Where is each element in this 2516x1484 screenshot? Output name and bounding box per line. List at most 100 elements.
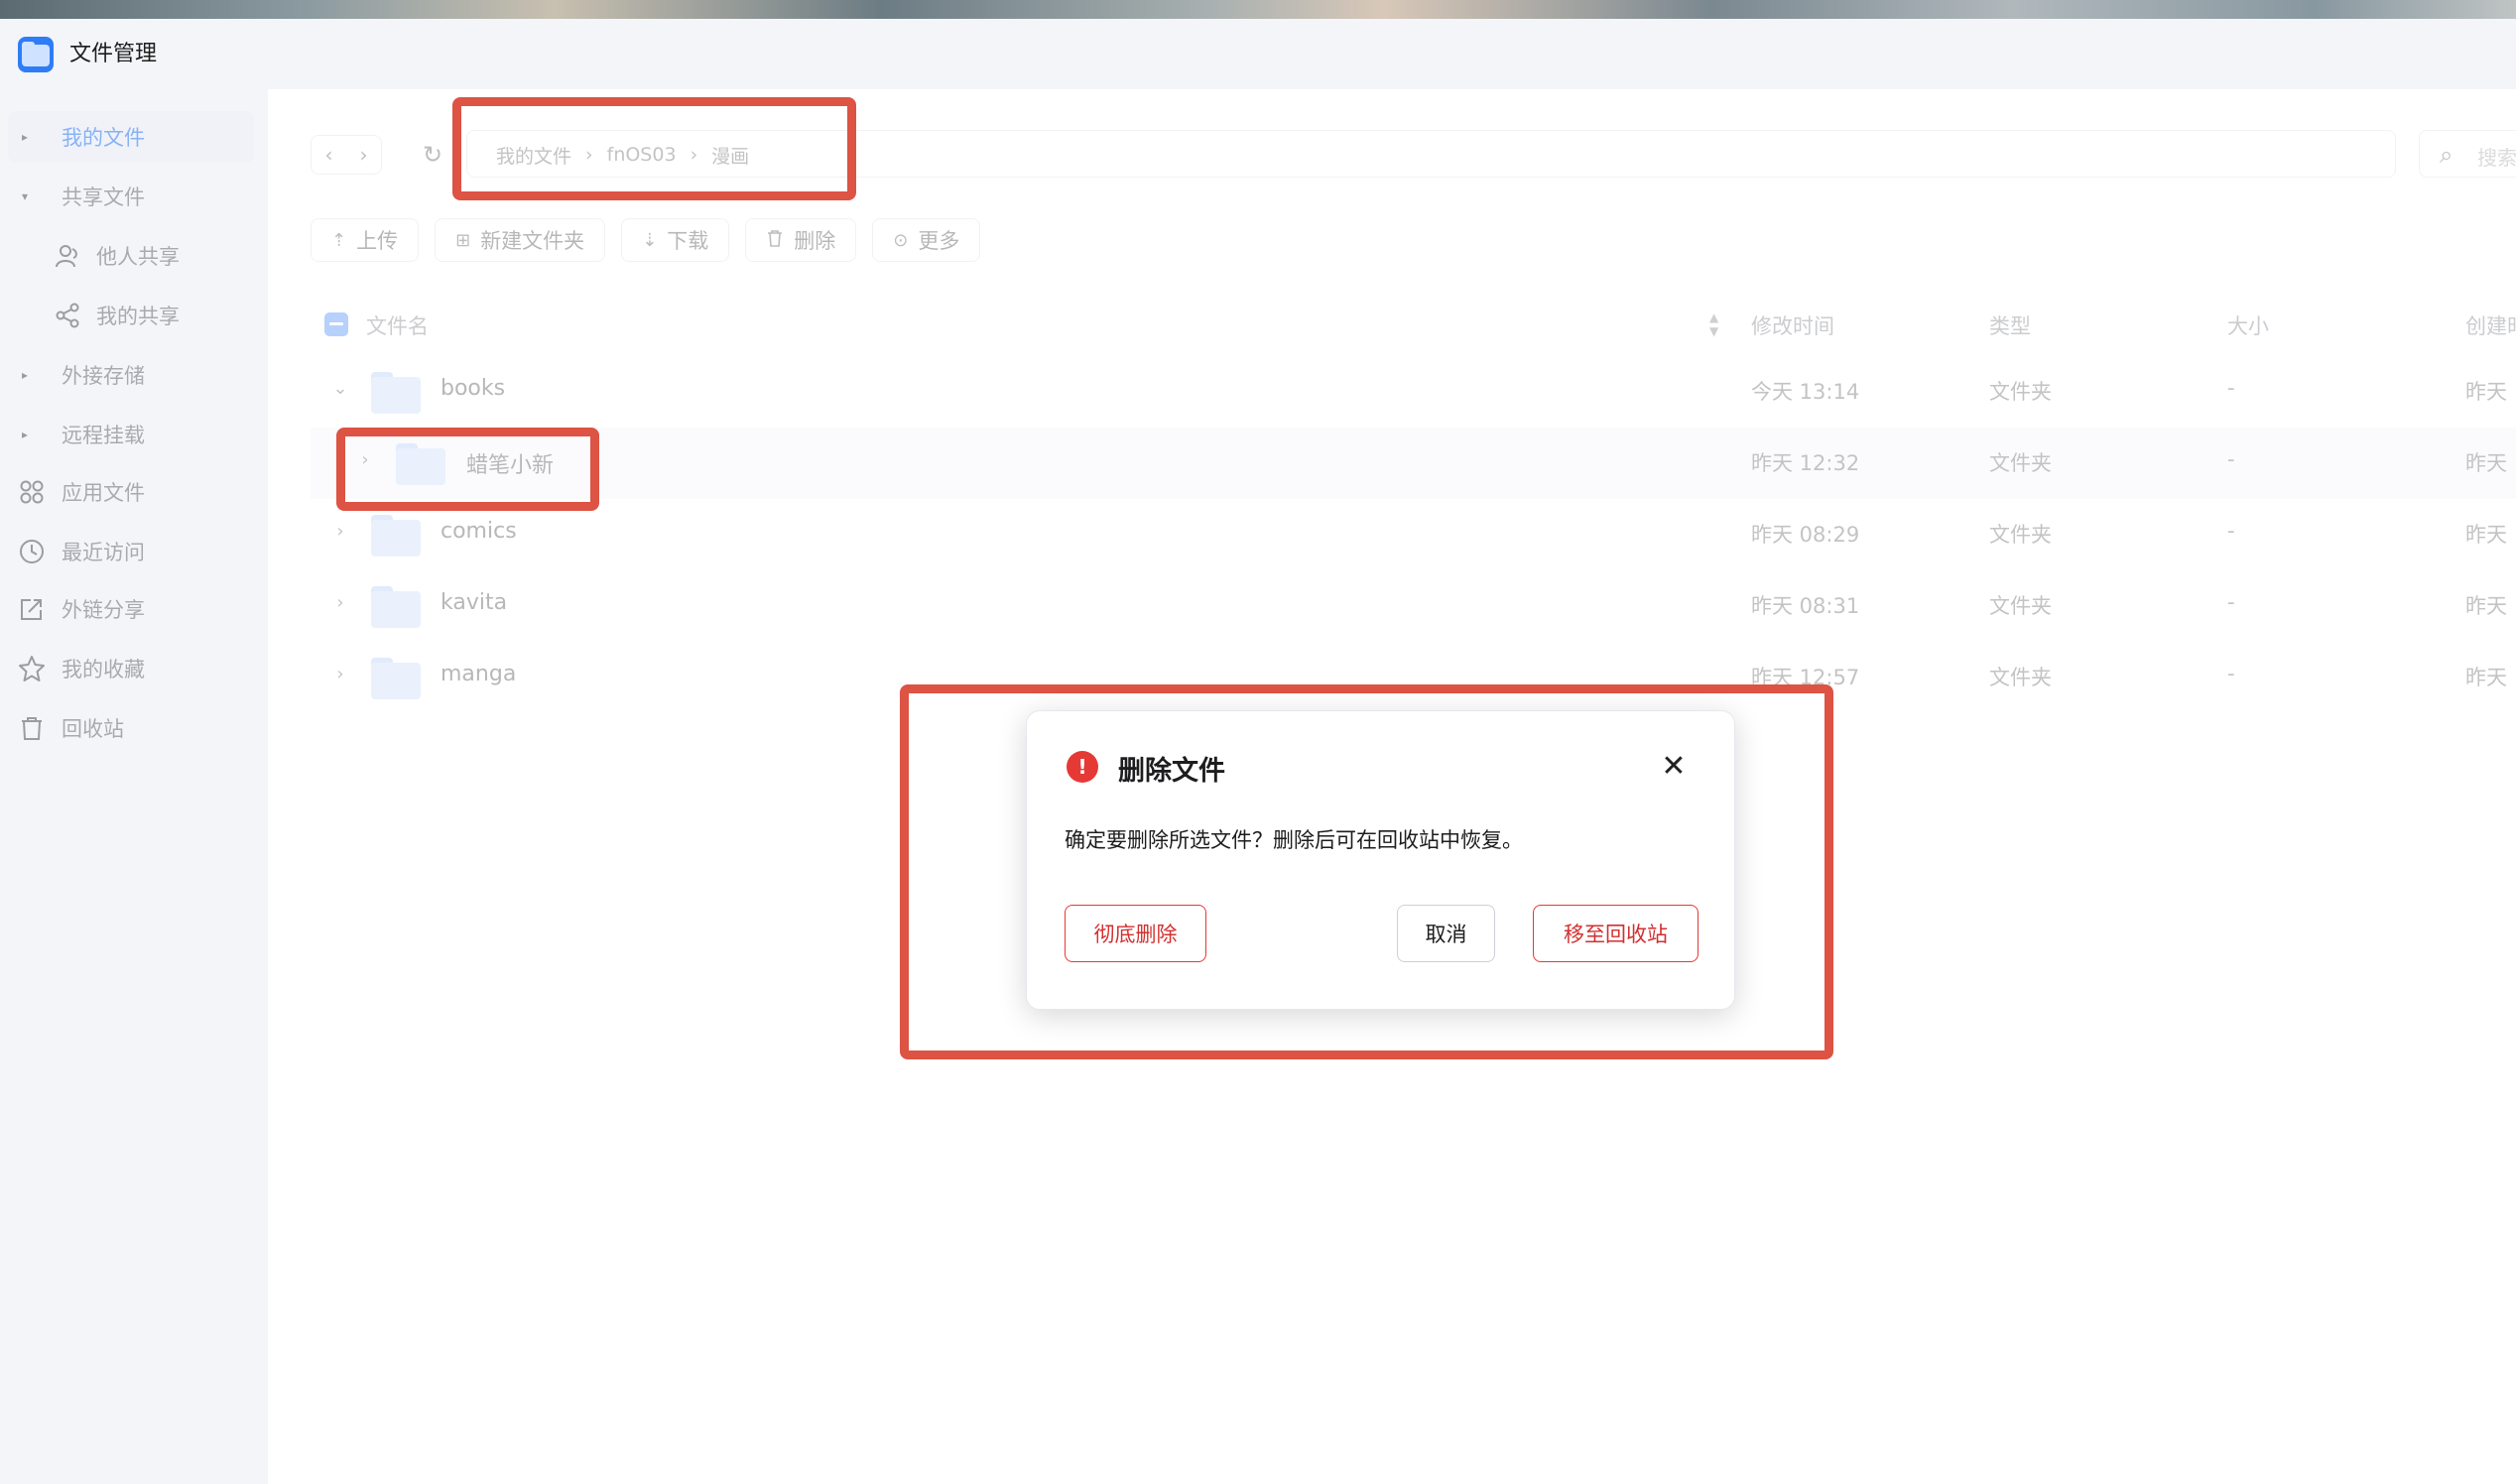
folder-app-icon bbox=[18, 37, 54, 72]
sidebar-item-label: 应用文件 bbox=[62, 481, 145, 505]
expand-caret-icon[interactable]: › bbox=[330, 521, 350, 542]
more-button[interactable]: ⊙ 更多 bbox=[872, 218, 981, 262]
modified-time: 今天 13:14 bbox=[1751, 380, 1860, 404]
table-row[interactable]: › comics 昨天 08:29 文件夹 - 昨天 bbox=[311, 499, 2516, 570]
upload-button[interactable]: ⇡ 上传 bbox=[311, 218, 420, 262]
column-header-size[interactable]: 大小 bbox=[2227, 310, 2269, 340]
sidebar-item-label: 外链分享 bbox=[62, 598, 145, 622]
permanent-delete-button[interactable]: 彻底删除 bbox=[1065, 905, 1206, 962]
download-label: 下载 bbox=[667, 229, 709, 253]
close-icon[interactable]: ✕ bbox=[1656, 749, 1692, 785]
caret-down-icon: ▾ bbox=[22, 189, 29, 203]
sidebar-item-recycle-bin[interactable]: 回收站 bbox=[0, 702, 254, 754]
back-button[interactable]: ‹ bbox=[312, 136, 346, 174]
column-header-name[interactable]: 文件名 bbox=[366, 310, 429, 340]
table-row[interactable]: › 蜡笔小新 昨天 12:32 文件夹 - 昨天 bbox=[311, 428, 2516, 499]
file-size: - bbox=[2227, 376, 2235, 400]
sort-icon[interactable]: ▲ ▼ bbox=[1709, 310, 1718, 338]
modified-time: 昨天 12:32 bbox=[1751, 451, 1860, 475]
file-type: 文件夹 bbox=[1989, 380, 2052, 404]
sidebar-item-label: 我的共享 bbox=[96, 305, 180, 328]
search-icon: ⌕ bbox=[2440, 141, 2453, 169]
file-size: - bbox=[2227, 519, 2235, 543]
share-icon bbox=[54, 302, 81, 329]
modified-time: 昨天 12:57 bbox=[1751, 666, 1860, 689]
breadcrumb-item-fnos03[interactable]: fnOS03 bbox=[607, 144, 677, 166]
sidebar-item-app-files[interactable]: 应用文件 bbox=[0, 466, 254, 518]
forward-button[interactable]: › bbox=[346, 136, 381, 174]
upload-icon: ⇡ bbox=[331, 229, 347, 251]
expand-caret-icon[interactable]: › bbox=[330, 592, 350, 613]
breadcrumb-separator-icon: › bbox=[690, 144, 698, 166]
sidebar-item-label: 共享文件 bbox=[62, 186, 145, 209]
grid-icon bbox=[18, 478, 46, 506]
search-placeholder: 搜索 bbox=[2477, 146, 2516, 170]
file-name[interactable]: kavita bbox=[440, 590, 507, 615]
cancel-button[interactable]: 取消 bbox=[1397, 905, 1495, 962]
breadcrumb-item-my-files[interactable]: 我的文件 bbox=[496, 142, 571, 169]
expand-caret-icon[interactable]: › bbox=[330, 664, 350, 684]
expand-caret-icon[interactable]: › bbox=[355, 449, 375, 470]
file-size: - bbox=[2227, 662, 2235, 685]
modified-time: 昨天 08:29 bbox=[1751, 523, 1860, 547]
move-to-trash-button[interactable]: 移至回收站 bbox=[1533, 905, 1698, 962]
sidebar-item-label: 我的收藏 bbox=[62, 658, 145, 681]
table-row[interactable]: › kavita 昨天 08:31 文件夹 - 昨天 bbox=[311, 570, 2516, 642]
sidebar-item-remote-mount[interactable]: ▸ 远程挂载 bbox=[0, 409, 254, 460]
sidebar-item-external-share[interactable]: 外链分享 bbox=[0, 583, 254, 635]
sidebar-item-label: 回收站 bbox=[62, 717, 124, 741]
file-type: 文件夹 bbox=[1989, 666, 2052, 689]
breadcrumb: 我的文件 › fnOS03 › 漫画 bbox=[496, 141, 749, 169]
more-icon: ⊙ bbox=[893, 229, 909, 251]
column-header-type[interactable]: 类型 bbox=[1989, 310, 2031, 340]
new-folder-button[interactable]: ⊞ 新建文件夹 bbox=[435, 218, 606, 262]
file-type: 文件夹 bbox=[1989, 451, 2052, 475]
sidebar-item-external-storage[interactable]: ▸ 外接存储 bbox=[0, 349, 254, 401]
file-size: - bbox=[2227, 590, 2235, 614]
folder-icon bbox=[371, 372, 421, 414]
address-bar[interactable] bbox=[466, 130, 2396, 178]
delete-button[interactable]: 删除 bbox=[745, 218, 857, 262]
folder-icon bbox=[371, 586, 421, 628]
created-time: 昨天 bbox=[2465, 523, 2507, 547]
dialog-title: 删除文件 bbox=[1118, 756, 1225, 787]
warning-icon: ! bbox=[1067, 751, 1098, 783]
collapse-caret-icon[interactable]: ⌄ bbox=[330, 378, 350, 399]
created-time: 昨天 bbox=[2465, 451, 2507, 475]
sidebar-item-label: 外接存储 bbox=[62, 364, 145, 388]
file-name[interactable]: manga bbox=[440, 662, 516, 686]
file-type: 文件夹 bbox=[1989, 594, 2052, 618]
new-folder-icon: ⊞ bbox=[455, 229, 471, 251]
breadcrumb-separator-icon: › bbox=[585, 144, 593, 166]
folder-icon bbox=[371, 658, 421, 699]
toolbar: ⇡ 上传 ⊞ 新建文件夹 ⇣ 下载 删除 ⊙ 更多 bbox=[311, 218, 981, 262]
folder-icon bbox=[396, 443, 445, 485]
column-header-modified[interactable]: 修改时间 bbox=[1751, 310, 1834, 340]
table-row[interactable]: ⌄ books 今天 13:14 文件夹 - 昨天 bbox=[311, 356, 2516, 428]
window-titlebar: 文件管理 bbox=[0, 19, 2516, 89]
sidebar-item-others-shared[interactable]: 他人共享 bbox=[0, 230, 254, 282]
search-input[interactable]: ⌕ 搜索 bbox=[2419, 130, 2516, 178]
sidebar-item-favorites[interactable]: 我的收藏 bbox=[0, 643, 254, 694]
sidebar-item-recent[interactable]: 最近访问 bbox=[0, 526, 254, 577]
file-name[interactable]: comics bbox=[440, 519, 517, 544]
table-row[interactable]: › manga 昨天 12:57 文件夹 - 昨天 bbox=[311, 642, 2516, 713]
delete-file-dialog: ! 删除文件 ✕ 确定要删除所选文件？删除后可在回收站中恢复。 彻底删除 取消 … bbox=[1026, 710, 1735, 1010]
caret-right-icon: ▸ bbox=[22, 368, 29, 382]
sidebar-item-my-files[interactable]: ▸ 我的文件 bbox=[8, 111, 254, 163]
sidebar-item-label: 远程挂载 bbox=[62, 424, 145, 447]
sidebar-item-shared-files[interactable]: ▾ 共享文件 bbox=[0, 171, 254, 222]
file-name[interactable]: books bbox=[440, 376, 505, 401]
breadcrumb-item-manga[interactable]: 漫画 bbox=[711, 142, 749, 169]
history-nav: ‹ › bbox=[311, 135, 382, 175]
file-name[interactable]: 蜡笔小新 bbox=[466, 447, 554, 479]
column-header-created[interactable]: 创建时 bbox=[2465, 310, 2516, 340]
caret-right-icon: ▸ bbox=[22, 130, 29, 144]
sidebar-item-my-shares[interactable]: 我的共享 bbox=[0, 290, 254, 341]
download-button[interactable]: ⇣ 下载 bbox=[621, 218, 730, 262]
trash-icon bbox=[766, 229, 784, 252]
select-all-checkbox[interactable] bbox=[324, 312, 348, 336]
desktop-wallpaper-strip bbox=[0, 0, 2516, 19]
refresh-icon[interactable]: ↻ bbox=[419, 141, 446, 169]
created-time: 昨天 bbox=[2465, 594, 2507, 618]
